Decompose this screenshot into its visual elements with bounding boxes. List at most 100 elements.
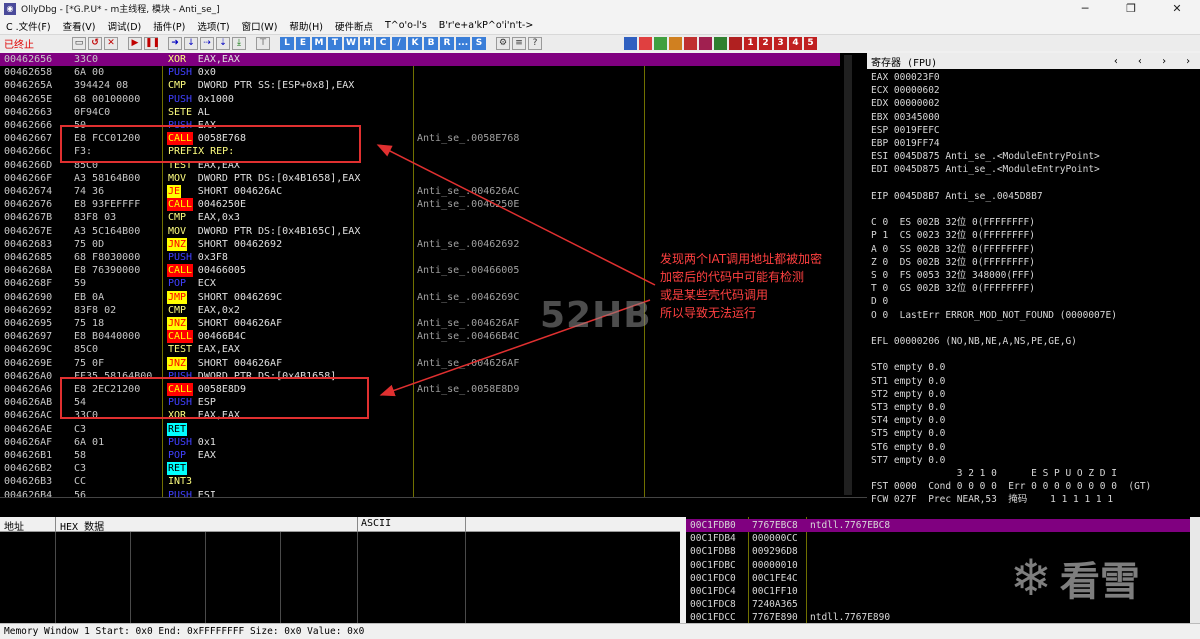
menu-hw-breakpoint[interactable]: 硬件断点 bbox=[329, 19, 379, 33]
window-runtrace-button[interactable]: ... bbox=[456, 36, 470, 50]
register-line[interactable]: EBP 0019FF74 bbox=[871, 137, 940, 150]
trace-over-icon[interactable]: ⇣ bbox=[216, 36, 230, 50]
register-line[interactable]: ST5 empty 0.0 bbox=[871, 427, 945, 440]
disasm-row[interactable]: 0046267B 83F8 03 CMP EAX,0x3 bbox=[0, 211, 840, 224]
window-callstack-button[interactable]: K bbox=[408, 36, 422, 50]
execute-till-return-icon[interactable]: ⤓ bbox=[232, 36, 246, 50]
disasm-row[interactable]: 00462674 74 36 JE SHORT 004626AC Anti_se_.00… bbox=[0, 185, 840, 199]
register-line[interactable]: Z 0 DS 002B 32位 0(FFFFFFFF) bbox=[871, 256, 1035, 269]
disasm-row[interactable]: 004626AF 6A 01 PUSH 0x1 bbox=[0, 436, 840, 449]
disasm-row[interactable]: 0046267E A3 5C164B00 MOV DWORD PTR DS:[0x4B… bbox=[0, 225, 840, 238]
plugin-number-2[interactable]: 2 bbox=[759, 36, 772, 50]
window-cpu-button[interactable]: C bbox=[376, 36, 390, 50]
register-line[interactable]: ECX 00000602 bbox=[871, 84, 940, 97]
list-icon[interactable]: ≡ bbox=[512, 36, 526, 50]
goto-icon[interactable]: ⊤ bbox=[256, 36, 270, 50]
prev-view-icon[interactable]: ‹ bbox=[1104, 56, 1128, 67]
stack-scrollbar[interactable] bbox=[1190, 517, 1200, 623]
disassembly-scrollbar[interactable] bbox=[840, 53, 867, 497]
stack-row[interactable]: 00C1FDB0 7767EBC8 ntdll.7767EBC8 bbox=[686, 519, 1200, 533]
window-threads-button[interactable]: T bbox=[328, 36, 342, 50]
register-line[interactable]: EDI 0045D875 Anti_se_.<ModuleEntryPoint> bbox=[871, 163, 1100, 176]
disasm-row[interactable]: 0046269E 75 0F JNZ SHORT 004626AF Anti_se_.0… bbox=[0, 356, 840, 370]
register-line[interactable]: A 0 SS 002B 32位 0(FFFFFFFF) bbox=[871, 243, 1035, 256]
register-line[interactable]: EIP 0045D8B7 Anti_se_.0045D8B7 bbox=[871, 190, 1043, 203]
plugin-icon-8[interactable] bbox=[729, 36, 742, 50]
menu-debug[interactable]: 调试(D) bbox=[101, 19, 147, 33]
register-line[interactable]: T 0 GS 002B 32位 0(FFFFFFFF) bbox=[871, 282, 1035, 295]
register-line[interactable]: ESI 0045D875 Anti_se_.<ModuleEntryPoint> bbox=[871, 150, 1100, 163]
menu-help[interactable]: 帮助(H) bbox=[283, 19, 329, 33]
plugin-number-4[interactable]: 4 bbox=[789, 36, 802, 50]
window-source-button[interactable]: S bbox=[472, 36, 486, 50]
disasm-row[interactable]: 004626B1 58 POP EAX bbox=[0, 449, 840, 462]
disasm-row[interactable]: 00462676 E8 93FEFFFF CALL 0046250E Anti_se_.… bbox=[0, 198, 840, 212]
stack-row[interactable]: 00C1FDCC 7767E890 ntdll.7767E890 bbox=[686, 611, 1200, 623]
plugin-icon-1[interactable] bbox=[624, 36, 637, 50]
window-log-button[interactable]: L bbox=[280, 36, 294, 50]
register-line[interactable]: ST1 empty 0.0 bbox=[871, 375, 945, 388]
menu-breakpoint[interactable]: B'r'e+a'kP^o'i'n't-> bbox=[433, 20, 540, 31]
disasm-row[interactable]: 0046269C 85C0 TEST EAX,EAX bbox=[0, 343, 840, 356]
register-line[interactable]: P 1 CS 0023 32位 0(FFFFFFFF) bbox=[871, 229, 1035, 242]
disasm-row[interactable]: 00462663 0F94C0 SETE AL bbox=[0, 106, 840, 119]
plugin-number-5[interactable]: 5 bbox=[804, 36, 817, 50]
window-memory-button[interactable]: M bbox=[312, 36, 326, 50]
pause-icon[interactable]: ❚❚ bbox=[144, 36, 160, 50]
register-line[interactable]: EDX 00000002 bbox=[871, 97, 940, 110]
register-line[interactable]: ST2 empty 0.0 bbox=[871, 388, 945, 401]
register-line[interactable]: EFL 00000206 (NO,NB,NE,A,NS,PE,GE,G) bbox=[871, 335, 1077, 348]
menu-view[interactable]: 查看(V) bbox=[57, 19, 102, 33]
settings-icon[interactable]: ⚙ bbox=[496, 36, 510, 50]
step-into-icon[interactable]: ➜ bbox=[168, 36, 182, 50]
register-line[interactable]: EBX 00345000 bbox=[871, 111, 940, 124]
menu-window[interactable]: 窗口(W) bbox=[236, 19, 284, 33]
window-patches-button[interactable]: / bbox=[392, 36, 406, 50]
hex-dump-pane[interactable]: 地址 HEX 数据 ASCII bbox=[0, 517, 680, 623]
disasm-row[interactable]: 00462656 33C0 XOR EAX,EAX bbox=[0, 53, 840, 67]
trace-into-icon[interactable]: ⇢ bbox=[200, 36, 214, 50]
register-line[interactable]: O 0 LastErr ERROR_MOD_NOT_FOUND (0000007… bbox=[871, 309, 1117, 322]
window-modules-button[interactable]: E bbox=[296, 36, 310, 50]
register-line[interactable]: ST0 empty 0.0 bbox=[871, 361, 945, 374]
run-icon[interactable]: ▶ bbox=[128, 36, 142, 50]
register-line[interactable]: ST6 empty 0.0 bbox=[871, 441, 945, 454]
disasm-row[interactable]: 004626B3 CC INT3 bbox=[0, 475, 840, 488]
menu-file[interactable]: C .文件(F) bbox=[0, 19, 57, 33]
register-line[interactable]: 3 2 1 0 E S P U O Z D I bbox=[871, 467, 1117, 480]
register-line[interactable]: D 0 bbox=[871, 295, 888, 308]
register-line[interactable]: C 0 ES 002B 32位 0(FFFFFFFF) bbox=[871, 216, 1035, 229]
disasm-row[interactable]: 004626B4 56 PUSH ESI bbox=[0, 489, 840, 497]
register-line[interactable]: ST7 empty 0.0 bbox=[871, 454, 945, 467]
plugin-icon-2[interactable] bbox=[639, 36, 652, 50]
expand-icon[interactable]: › bbox=[1176, 56, 1200, 67]
register-line[interactable]: ST3 empty 0.0 bbox=[871, 401, 945, 414]
collapse-icon[interactable]: › bbox=[1152, 56, 1176, 67]
register-line[interactable]: FST 0000 Cond 0 0 0 0 Err 0 0 0 0 0 0 0 … bbox=[871, 480, 1151, 493]
plugin-icon-6[interactable] bbox=[699, 36, 712, 50]
disasm-row[interactable]: 0046266F A3 58164B00 MOV DWORD PTR DS:[0x4B… bbox=[0, 172, 840, 185]
window-references-button[interactable]: R bbox=[440, 36, 454, 50]
plugin-icon-7[interactable] bbox=[714, 36, 727, 50]
register-line[interactable]: ESP 0019FEFC bbox=[871, 124, 940, 137]
register-line[interactable]: S 0 FS 0053 32位 348000(FFF) bbox=[871, 269, 1035, 282]
disasm-row[interactable]: 0046265E 68 00100000 PUSH 0x1000 bbox=[0, 93, 840, 106]
step-over-icon[interactable]: ↓ bbox=[184, 36, 198, 50]
window-breakpoints-button[interactable]: B bbox=[424, 36, 438, 50]
minimize-button[interactable]: ─ bbox=[1062, 2, 1108, 15]
plugin-icon-3[interactable] bbox=[654, 36, 667, 50]
next-view-icon[interactable]: ‹ bbox=[1128, 56, 1152, 67]
register-line[interactable]: FCW 027F Prec NEAR,53 掩码 1 1 1 1 1 1 bbox=[871, 493, 1113, 506]
disasm-row[interactable]: 00462683 75 0D JNZ SHORT 00462692 Anti_se_.0… bbox=[0, 237, 840, 251]
register-line[interactable]: ST4 empty 0.0 bbox=[871, 414, 945, 427]
help-icon[interactable]: ? bbox=[528, 36, 542, 50]
disasm-row[interactable]: 00462697 E8 B0440000 CALL 00466B4C Anti_se_.… bbox=[0, 330, 840, 344]
plugin-icon-4[interactable] bbox=[669, 36, 682, 50]
window-windows-button[interactable]: W bbox=[344, 36, 358, 50]
maximize-button[interactable]: ❐ bbox=[1108, 2, 1154, 15]
disasm-row[interactable]: 00462658 6A 00 PUSH 0x0 bbox=[0, 66, 840, 79]
menu-tools[interactable]: T^o'o-l's bbox=[379, 20, 433, 31]
restart-icon[interactable]: ↺ bbox=[88, 36, 102, 50]
stack-row[interactable]: 00C1FDB4 000000CC bbox=[686, 532, 1200, 545]
open-icon[interactable]: ▭ bbox=[72, 36, 86, 50]
